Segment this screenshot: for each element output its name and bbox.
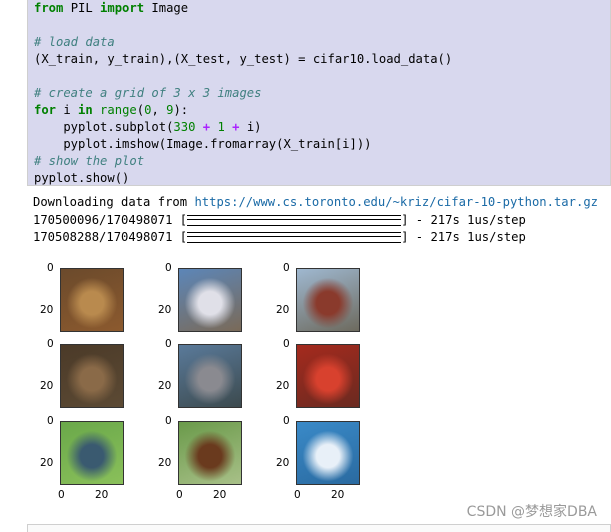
watermark: CSDN @梦想家DBA: [466, 504, 597, 520]
kw-from: from: [34, 1, 64, 15]
line-load-data: (X_train, y_train),(X_test, y_test) = ci…: [34, 52, 453, 66]
cifar-image-frog: [60, 268, 124, 332]
progress-suffix-2: ] - 217s 1us/step: [401, 230, 526, 244]
code-text[interactable]: from PIL import Image # load data (X_tra…: [28, 0, 610, 187]
ytick-label-20: 20: [276, 304, 290, 316]
ytick-label-20: 20: [40, 304, 54, 316]
cifar-image-red-car: [296, 344, 360, 408]
import-name: Image: [144, 1, 189, 15]
kw-for: for: [34, 103, 57, 117]
xtick-label-20: 20: [213, 489, 227, 501]
comment-load: # load data: [34, 35, 115, 49]
cifar-image-ship: [296, 421, 360, 485]
xtick-label-20: 20: [95, 489, 109, 501]
ytick-label-20: 20: [40, 380, 54, 392]
cifar-image-bird: [60, 421, 124, 485]
ytick-label-0: 0: [165, 338, 172, 350]
comment-show: # show the plot: [34, 154, 145, 168]
module-name: PIL: [63, 1, 101, 15]
cifar-image-truck-red: [296, 268, 360, 332]
cifar-image-car: [178, 344, 242, 408]
ytick-label-0: 0: [47, 338, 54, 350]
download-link[interactable]: https://www.cs.toronto.edu/~kriz/cifar-1…: [194, 195, 598, 209]
progress-count-2: 170508288/170498071 [: [33, 230, 188, 244]
comment-grid: # create a grid of 3 x 3 images: [34, 86, 262, 100]
ytick-label-20: 20: [158, 380, 172, 392]
subplot-330: 330: [173, 120, 196, 134]
ytick-label-0: 0: [47, 415, 54, 427]
code-editor[interactable]: from PIL import Image # load data (X_tra…: [28, 0, 610, 185]
progress-bar-1: [187, 214, 402, 226]
progress-count-1: 170500096/170498071 [: [33, 212, 188, 227]
ytick-label-0: 0: [283, 415, 290, 427]
ytick-label-0: 0: [47, 262, 54, 274]
subplot-1: 1: [217, 120, 225, 134]
ytick-label-0: 0: [283, 338, 290, 350]
xtick-label-0: 0: [176, 489, 183, 501]
ytick-label-20: 20: [276, 457, 290, 469]
kw-in: in: [78, 103, 93, 117]
range-comma: ,: [151, 103, 167, 117]
range-open: (: [136, 103, 145, 117]
ytick-label-0: 0: [165, 262, 172, 274]
image-grid-plot: 0 20 0 20 0 20 0 20 0 20 0 20 0 20 0 20 0 20 0 20 0 20 0 20: [33, 258, 393, 508]
ytick-label-0: 0: [165, 415, 172, 427]
show-call: pyplot.show(): [34, 171, 130, 185]
ytick-label-0: 0: [283, 262, 290, 274]
ytick-label-20: 20: [158, 304, 172, 316]
range-close: ):: [173, 103, 189, 117]
download-prefix: Downloading data from: [33, 195, 195, 209]
subplot-call: pyplot.subplot(: [34, 120, 174, 134]
cifar-image-horse: [178, 421, 242, 485]
ytick-label-20: 20: [40, 457, 54, 469]
code-input-cell[interactable]: from PIL import Image # load data (X_tra…: [27, 0, 611, 186]
xtick-label-0: 0: [294, 489, 301, 501]
imshow-call: pyplot.imshow(Image.fromarray(X_train[i]…: [34, 137, 372, 151]
next-cell[interactable]: [27, 524, 611, 532]
plus-op-1: +: [195, 120, 218, 134]
kw-import: import: [100, 1, 145, 15]
ytick-label-20: 20: [276, 380, 290, 392]
xtick-label-0: 0: [58, 489, 65, 501]
progress-suffix-1: ] - 217s 1us/step: [401, 212, 526, 227]
progress-bar-2: [187, 232, 402, 243]
xtick-label-20: 20: [331, 489, 345, 501]
cifar-image-truck: [178, 268, 242, 332]
for-var: i: [56, 103, 79, 117]
subplot-i: i): [246, 120, 262, 134]
range-fn: range: [92, 103, 137, 117]
cifar-image-deer: [60, 344, 124, 408]
ytick-label-20: 20: [158, 457, 172, 469]
plus-op-2: +: [224, 120, 247, 134]
cell-output: Downloading data from https://www.cs.tor…: [33, 194, 603, 247]
